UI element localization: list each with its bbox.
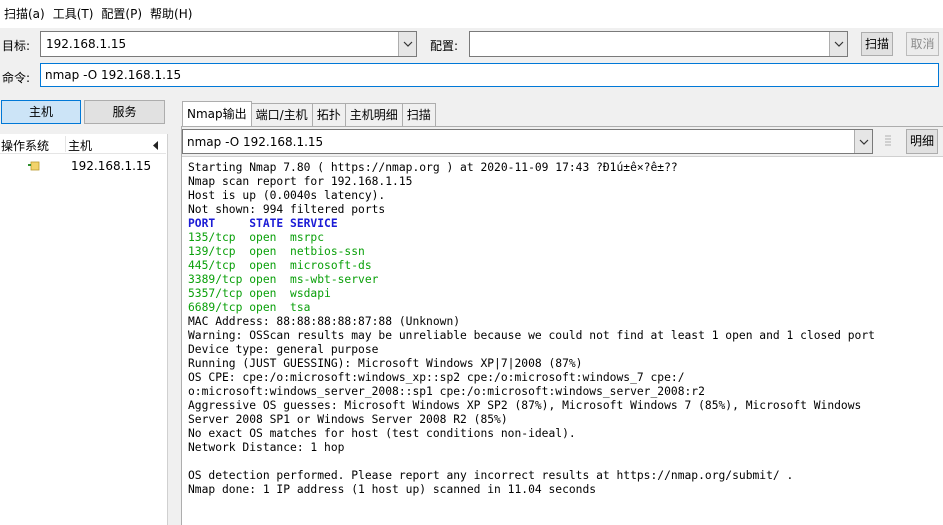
menu-scan[interactable]: 扫描(a): [0, 0, 49, 28]
os-unknown-icon: [28, 160, 40, 174]
column-divider: [65, 136, 66, 152]
grip-icon: [884, 133, 892, 152]
output-line: Running (JUST GUESSING): Microsoft Windo…: [188, 357, 583, 370]
scan-button[interactable]: 扫描: [861, 32, 893, 56]
tab-scans[interactable]: 扫描: [401, 103, 436, 127]
output-line: Nmap scan report for 192.168.1.15: [188, 175, 413, 188]
output-line: Network Distance: 1 hop: [188, 441, 345, 454]
output-line: No exact OS matches for host (test condi…: [188, 427, 576, 440]
output-selector[interactable]: nmap -O 192.168.1.15: [182, 129, 873, 154]
output-line: 139/tcp open netbios-ssn: [188, 245, 365, 258]
output-line: 135/tcp open msrpc: [188, 231, 325, 244]
hosts-button[interactable]: 主机: [1, 100, 81, 124]
output-line: 5357/tcp open wsdapi: [188, 287, 331, 300]
profile-combo[interactable]: [469, 31, 848, 57]
tree-header: 操作系统 主机: [0, 134, 166, 154]
chevron-down-icon[interactable]: [854, 130, 872, 153]
output-line: Not shown: 994 filtered ports: [188, 203, 386, 216]
host-tree[interactable]: 操作系统 主机 192.168.1.15: [0, 134, 168, 525]
output-line: ​: [188, 455, 875, 469]
tab-nmap-output[interactable]: Nmap输出: [182, 101, 252, 127]
output-line: o:microsoft:windows_server_2008::sp1 cpe…: [188, 385, 705, 398]
host-row[interactable]: 192.168.1.15: [0, 156, 166, 176]
tab-bar: Nmap输出 端口/主机 拓扑 主机明细 扫描: [182, 101, 436, 127]
tab-ports-hosts[interactable]: 端口/主机: [250, 103, 313, 127]
menu-profile[interactable]: 配置(P): [97, 0, 146, 28]
output-line: Nmap done: 1 IP address (1 host up) scan…: [188, 483, 597, 496]
output-text: Starting Nmap 7.80 ( https://nmap.org ) …: [188, 161, 875, 497]
details-button[interactable]: 明细: [906, 129, 938, 154]
menu-bar: 扫描(a) 工具(T) 配置(P) 帮助(H): [0, 0, 943, 28]
target-combo[interactable]: 192.168.1.15: [40, 31, 417, 57]
output-line: OS detection performed. Please report an…: [188, 469, 794, 482]
sort-left-icon[interactable]: [153, 139, 159, 153]
target-label: 目标:: [2, 39, 31, 53]
tab-host-details[interactable]: 主机明细: [344, 103, 403, 127]
output-line: 3389/tcp open ms-wbt-server: [188, 273, 379, 286]
target-value[interactable]: 192.168.1.15: [46, 37, 126, 51]
chevron-down-icon[interactable]: [398, 32, 416, 56]
command-value[interactable]: nmap -O 192.168.1.15: [45, 68, 181, 82]
nmap-output[interactable]: Starting Nmap 7.80 ( https://nmap.org ) …: [182, 156, 943, 525]
host-ip[interactable]: 192.168.1.15: [71, 159, 151, 173]
profile-label: 配置:: [430, 39, 459, 53]
services-button[interactable]: 服务: [84, 100, 165, 124]
output-line: MAC Address: 88:88:88:88:87:88 (Unknown): [188, 315, 461, 328]
output-line: Device type: general purpose: [188, 343, 379, 356]
output-line: Aggressive OS guesses: Microsoft Windows…: [188, 399, 862, 412]
output-line: Server 2008 SP1 or Windows Server 2008 R…: [188, 413, 508, 426]
column-host[interactable]: 主机: [68, 137, 92, 154]
command-input[interactable]: nmap -O 192.168.1.15: [40, 63, 939, 87]
tab-topology[interactable]: 拓扑: [311, 103, 346, 127]
chevron-down-icon[interactable]: [829, 32, 847, 56]
output-line: 445/tcp open microsoft-ds: [188, 259, 372, 272]
output-line: PORT STATE SERVICE: [188, 217, 338, 230]
output-line: OS CPE: cpe:/o:microsoft:windows_xp::sp2…: [188, 371, 685, 384]
column-os[interactable]: 操作系统: [1, 137, 49, 154]
output-line: Warning: OSScan results may be unreliabl…: [188, 329, 875, 342]
menu-tools[interactable]: 工具(T): [49, 0, 98, 28]
output-line: Host is up (0.0040s latency).: [188, 189, 386, 202]
menu-help[interactable]: 帮助(H): [146, 0, 196, 28]
output-line: 6689/tcp open tsa: [188, 301, 311, 314]
left-panel: 主机 服务 操作系统 主机 192.168.1.15: [0, 98, 168, 525]
output-line: Starting Nmap 7.80 ( https://nmap.org ) …: [188, 161, 678, 174]
cancel-button[interactable]: 取消: [906, 32, 939, 56]
command-label: 命令:: [2, 71, 31, 85]
output-selector-value[interactable]: nmap -O 192.168.1.15: [187, 135, 323, 149]
